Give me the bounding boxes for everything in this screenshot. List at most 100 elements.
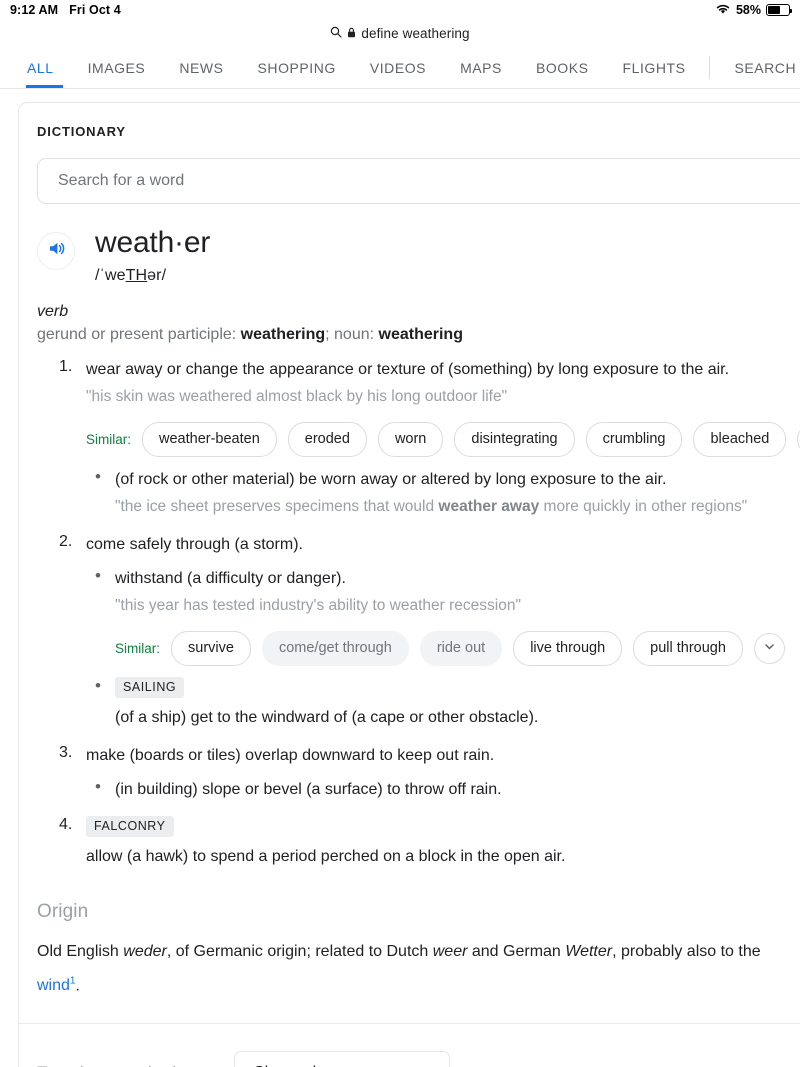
tab-books-label: BOOKS	[535, 59, 589, 76]
origin-heading: Origin	[37, 901, 89, 922]
subsense-example-pre: "the ice sheet preserves specimens that …	[115, 498, 439, 515]
card-title: DICTIONARY	[37, 124, 126, 139]
synonym-chip[interactable]: crumbling	[585, 422, 683, 457]
subsense-list: (in building) slope or bevel (a surface)…	[86, 777, 800, 801]
phonetic-transcription: /ˈweTHər/	[95, 267, 210, 285]
phonetic-underlined: TH	[125, 267, 148, 284]
tab-shopping-label: SHOPPING	[257, 59, 336, 76]
address-bar[interactable]: define weathering	[0, 20, 800, 47]
tab-images-label: IMAGES	[87, 59, 146, 76]
synonym-chip[interactable]: pull through	[633, 631, 743, 666]
sense-item: wear away or change the appearance or te…	[59, 358, 800, 518]
tab-news-label: NEWS	[179, 59, 224, 76]
tab-all[interactable]: ALL	[18, 47, 71, 88]
subsense-item: (of rock or other material) be worn away…	[86, 467, 800, 518]
synonym-chip[interactable]: live through	[513, 631, 623, 666]
inflections-prefix: gerund or present participle:	[37, 326, 241, 343]
tab-search-tools[interactable]: SEARCH	[717, 47, 800, 88]
tab-maps[interactable]: MAPS	[443, 47, 519, 88]
language-select[interactable]: Choose language	[234, 1051, 451, 1067]
phonetic-pre: /ˈwe	[95, 267, 126, 284]
origin-italic-3: Wetter	[565, 943, 613, 960]
status-date: Fri Oct 4	[69, 3, 121, 17]
synonym-chip[interactable]: come/get through	[261, 631, 409, 666]
word-search-input[interactable]	[58, 172, 800, 190]
synonym-chip[interactable]: worn	[377, 422, 444, 457]
chevron-down-icon	[763, 640, 776, 658]
subsense-example-bold: weather away	[438, 498, 540, 515]
origin-text: Old English weder, of Germanic origin; r…	[19, 923, 800, 1001]
subsense-definition: (of a ship) get to the windward of (a ca…	[115, 709, 539, 726]
status-time: 9:12 AM	[10, 3, 59, 17]
tab-images[interactable]: IMAGES	[71, 47, 163, 88]
headword-block: weath·er /ˈweTHər/	[95, 225, 210, 285]
translate-row: Translate weathering to Choose language	[19, 1024, 800, 1067]
subsense-example-post: more quickly in other regions"	[539, 498, 748, 515]
origin-part-2: , of Germanic origin; related to Dutch	[166, 943, 433, 960]
part-of-speech: verb	[37, 303, 69, 320]
inflections-word-1: weathering	[240, 326, 326, 343]
tab-flights-label: FLIGHTS	[622, 59, 686, 76]
wifi-icon	[715, 3, 731, 18]
lock-icon	[347, 25, 356, 43]
expand-synonyms-button[interactable]	[753, 633, 785, 664]
subsense-example: "the ice sheet preserves specimens that …	[115, 495, 800, 518]
inflections-mid: ; noun:	[325, 326, 379, 343]
dictionary-card: DICTIONARY weath·er /ˈweTHər/ verb gerun…	[18, 102, 800, 1067]
search-tabs: ALL IMAGES NEWS SHOPPING VIDEOS MAPS BOO…	[0, 47, 800, 89]
battery-icon	[766, 4, 793, 16]
similar-row: Similar: weather-beaten eroded worn disi…	[86, 422, 800, 457]
origin-link-text: wind	[37, 977, 70, 995]
tab-search-tools-label: SEARCH	[734, 59, 797, 76]
similar-row: Similar: survive come/get through ride o…	[115, 631, 800, 666]
origin-part-4: , probably also to the	[612, 943, 761, 960]
subsense-item: (in building) slope or bevel (a surface)…	[86, 777, 800, 801]
status-bar: 9:12 AM Fri Oct 4 58%	[0, 0, 800, 20]
headword-row: weath·er /ˈweTHər/	[19, 204, 800, 285]
subsense-definition: (of rock or other material) be worn away…	[115, 471, 667, 488]
synonym-chip[interactable]: weather-beaten	[142, 422, 277, 457]
origin-italic-2: weer	[432, 943, 468, 960]
tab-flights[interactable]: FLIGHTS	[606, 47, 703, 88]
tab-videos[interactable]: VIDEOS	[353, 47, 443, 88]
translate-label: Translate weathering to	[37, 1063, 214, 1067]
inflections-word-2: weathering	[378, 326, 463, 343]
synonym-chip[interactable]: eroded	[287, 422, 367, 457]
sense-example: "his skin was weathered almost black by …	[86, 388, 508, 405]
sense-item: come safely through (a storm). withstand…	[59, 533, 800, 729]
sense-list: wear away or change the appearance or te…	[19, 344, 800, 868]
status-bar-left: 9:12 AM Fri Oct 4	[10, 3, 121, 17]
tab-shopping[interactable]: SHOPPING	[241, 47, 353, 88]
headword: weath·er	[95, 226, 211, 259]
synonym-chip[interactable]: bleached	[693, 422, 787, 457]
word-search-box[interactable]	[37, 158, 800, 204]
subsense-definition: withstand (a difficulty or danger).	[115, 570, 346, 587]
synonym-chip[interactable]: disintegrating	[454, 422, 575, 457]
subsense-definition: (in building) slope or bevel (a surface)…	[115, 781, 502, 798]
battery-percent-label: 58%	[735, 3, 761, 17]
similar-label: Similar:	[86, 432, 132, 447]
sense-definition: make (boards or tiles) overlap downward …	[86, 747, 495, 764]
similar-label: Similar:	[115, 641, 161, 656]
synonym-chip[interactable]: ride out	[419, 631, 503, 666]
speaker-icon	[47, 239, 66, 263]
sense-definition: come safely through (a storm).	[86, 536, 303, 553]
tab-news[interactable]: NEWS	[162, 47, 240, 88]
subsense-example: "this year has tested industry's ability…	[115, 597, 521, 614]
sense-definition: allow (a hawk) to spend a period perched…	[86, 848, 566, 865]
status-bar-right: 58%	[715, 3, 793, 18]
tab-books[interactable]: BOOKS	[519, 47, 606, 88]
tabs-divider	[709, 56, 711, 79]
synonym-chip[interactable]: survive	[171, 631, 251, 666]
inflections-line: gerund or present participle: weathering…	[19, 321, 800, 344]
pronounce-button[interactable]	[37, 232, 75, 270]
tab-all-label: ALL	[27, 59, 54, 76]
origin-wind-link[interactable]: wind1	[37, 976, 75, 995]
domain-badge: FALCONRY	[86, 816, 174, 837]
sense-definition: wear away or change the appearance or te…	[86, 361, 730, 378]
subsense-item: withstand (a difficulty or danger). "thi…	[86, 566, 800, 666]
subsense-list: withstand (a difficulty or danger). "thi…	[86, 566, 800, 729]
search-icon	[330, 25, 342, 43]
origin-part-3: and German	[467, 943, 566, 960]
origin-part-5: .	[75, 977, 80, 995]
